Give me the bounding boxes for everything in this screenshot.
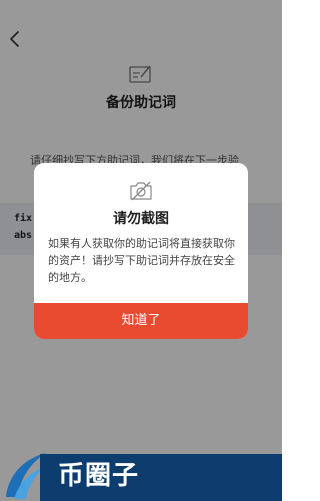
no-screenshot-icon	[128, 179, 154, 203]
watermark-text: 币圈子	[58, 461, 140, 491]
dialog-title: 请勿截图	[113, 211, 169, 227]
dialog-message: 如果有人获取你的助记词将直接获取你的资产！请抄写下助记词并存放在安全的地方。	[48, 237, 235, 284]
watermark-logo: 币圈子	[0, 437, 282, 501]
no-screenshot-dialog: 请勿截图 如果有人获取你的助记词将直接获取你的资产！请抄写下助记词并存放在安全的…	[34, 163, 248, 339]
got-it-button[interactable]: 知道了	[34, 303, 248, 339]
